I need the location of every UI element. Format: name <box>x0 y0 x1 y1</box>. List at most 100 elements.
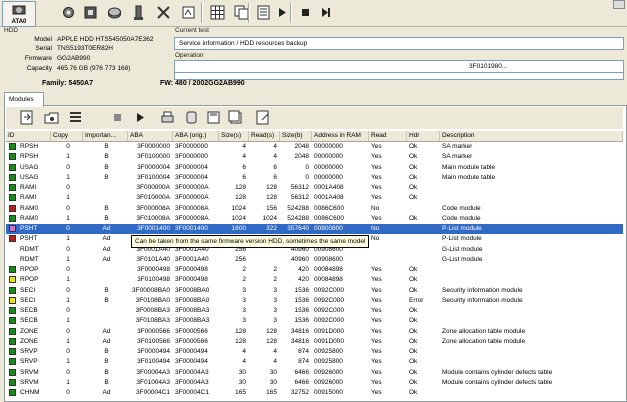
capacity-label: Capacity <box>26 65 52 72</box>
column-header[interactable]: Hdr <box>407 131 440 141</box>
column-header[interactable]: ABA (orig.) <box>173 131 219 141</box>
cell-sizeb: 524288 <box>287 204 309 212</box>
table-row[interactable]: SRVM 0 B 3F00004A3 3F00004A3 30 30 6466 00926000… <box>6 368 623 378</box>
table-row[interactable]: SRVP 1 B 3F0100494 3F0000494 4 4 874 00925800 Yes… <box>6 357 623 367</box>
table-row[interactable]: SRVP 0 B 3F0000494 3F0000494 4 4 874 00925800 Yes… <box>6 347 623 357</box>
column-header[interactable]: Importan... <box>83 131 128 141</box>
cell-ram: 0092C000 <box>314 296 344 304</box>
cell-hdr: Ok <box>409 317 418 325</box>
step-icon[interactable] <box>316 3 335 22</box>
table-row[interactable]: RPOP 0 3F0000498 3F0000498 2 2 420 00084898 Yes O… <box>6 265 623 275</box>
table-row[interactable]: RAM0 1 B 3F010008A 3F000008A 1024 1024 524288 00… <box>6 214 623 224</box>
table-row[interactable]: SRVM 1 B 3F01004A3 3F00004A3 30 30 6466 00926000… <box>6 378 623 388</box>
print-icon[interactable] <box>158 108 177 127</box>
ata0-drive-button[interactable]: ATA0 <box>2 1 36 27</box>
cell-size: 3 <box>242 286 246 294</box>
table-row[interactable]: USAG 0 B 3F0000004 3F0000004 6 6 0 00000000 Yes Ok… <box>6 163 623 173</box>
column-header[interactable]: Address in RAM <box>312 131 369 141</box>
status-square-icon <box>9 153 16 161</box>
cell-r: Yes <box>371 337 382 345</box>
cell-ram: 0091D000 <box>314 327 344 335</box>
saveall-icon[interactable] <box>226 108 245 127</box>
cell-copy: 0 <box>66 163 70 171</box>
table-row[interactable]: RAMI 1 3F010000A 3F000000A 128 128 56312 0001A4… <box>6 193 623 203</box>
table-row[interactable]: SECI 0 B 3F00008BA0 3F0008BA0 3 3 1536 0092C000 Y… <box>6 286 623 296</box>
cell-ram: 0001A408 <box>314 194 344 202</box>
table-row[interactable]: SECB 0 3F0008BA3 3F0008BA3 3 3 1536 0092C000 Yes… <box>6 306 623 316</box>
cell-abao: 3F0008BA0 <box>175 296 210 304</box>
tooltip: Can be taken from the same firmware vers… <box>131 235 370 248</box>
stop-icon[interactable] <box>108 108 127 127</box>
cell-aba: 3F010008A <box>136 214 170 222</box>
cell-id: USAG <box>20 173 39 181</box>
table-row[interactable]: ZONE 1 Ad 3F0100566 3F0000566 128 128 34816 0091… <box>6 337 623 347</box>
cell-abao: 3F0000566 <box>175 327 208 335</box>
play-icon[interactable] <box>272 3 291 22</box>
table-row[interactable]: SECI 1 B 3F0108BA0 3F0008BA0 3 3 1536 0092C000 Ye… <box>6 296 623 306</box>
disk-icon[interactable] <box>105 3 124 22</box>
grid-icon[interactable] <box>208 3 227 22</box>
table-row[interactable]: ZONE 0 Ad 3F0000566 3F0000566 128 128 34816 0091… <box>6 327 623 337</box>
cell-sizeb: 420 <box>298 276 309 284</box>
tools-icon[interactable] <box>154 3 173 22</box>
cell-r: Yes <box>371 214 382 222</box>
column-header[interactable]: Copy <box>51 131 83 141</box>
cell-id: USAG <box>20 163 39 171</box>
cell-r: Yes <box>371 184 382 191</box>
column-header[interactable]: ABA <box>128 131 173 141</box>
cell-aba: 3F0108BA0 <box>135 296 170 304</box>
cell-hdr: Ok <box>409 378 418 386</box>
column-header[interactable]: Read(s) <box>249 131 280 141</box>
save-icon[interactable] <box>204 108 223 127</box>
table-header: ID Copy Importan... ABA ABA (orig.) Size(s) Re… <box>6 131 623 142</box>
table-row[interactable]: RDMT 1 Ad 3F0101A40 3F0001A40 256 40960 0090860… <box>6 255 623 265</box>
cell-abao: 3F0000494 <box>175 348 208 355</box>
close-icon[interactable] <box>613 0 625 9</box>
table-row[interactable]: PSHT 0 Ad 3F0001400 3F0001400 1600 322 357640 00… <box>6 224 623 234</box>
gear-icon[interactable] <box>59 3 78 22</box>
status-square-icon <box>9 317 16 325</box>
cell-imp: Ad <box>102 245 111 253</box>
stop-icon[interactable] <box>296 3 315 22</box>
list-icon[interactable] <box>66 108 85 127</box>
cell-id: RAMI <box>20 184 37 191</box>
play-icon[interactable] <box>130 108 149 127</box>
status-square-icon <box>9 225 16 232</box>
cell-id: RDMT <box>20 255 39 263</box>
column-header[interactable]: Size(s) <box>219 131 249 141</box>
table-row[interactable]: RPSH 0 B 3F0000000 3F0000000 4 4 2048 00000000 Ye… <box>6 142 623 152</box>
table-row[interactable]: RPOP 1 3F0100498 3F0000498 2 2 420 00084898 Yes O… <box>6 275 623 285</box>
open-icon[interactable] <box>42 108 61 127</box>
cell-aba: 3F00008BA0 <box>132 286 170 294</box>
import-icon[interactable] <box>18 108 37 127</box>
cell-copy: 0 <box>66 204 70 212</box>
tab-modules[interactable]: Modules <box>4 92 44 107</box>
cell-ram: 00908600 <box>314 255 343 263</box>
cell-imp: Ad <box>102 389 111 396</box>
nav-icon[interactable] <box>179 3 198 22</box>
modules-table: RPSH 0 B 3F0000000 3F0000000 4 4 2048 00000000 Ye… <box>6 142 623 400</box>
flashlight-icon[interactable] <box>129 3 148 22</box>
column-header[interactable]: Size(b) <box>280 131 312 141</box>
cell-r: Yes <box>371 358 382 366</box>
export-icon[interactable] <box>254 108 273 127</box>
table-row[interactable]: CHNM 0 Ad 3F00004C1 3F00004C1 165 165 32752 0091… <box>6 388 623 398</box>
column-header[interactable]: ID <box>6 131 51 141</box>
drum-icon[interactable] <box>182 108 201 127</box>
cell-desc <box>440 316 623 326</box>
cell-desc: P-List module <box>442 235 482 243</box>
model-label: Model <box>34 36 52 43</box>
cell-r <box>369 245 407 255</box>
cell-r: No <box>371 204 380 212</box>
table-row[interactable]: RAM0 0 B 3F000008A 3F000008A 1024 156 524288 008… <box>6 204 623 214</box>
table-row[interactable]: USAG 1 B 3F0100004 3F0000004 6 6 0 00000000 Yes Ok… <box>6 173 623 183</box>
chip-icon[interactable] <box>81 3 100 22</box>
column-header[interactable]: Read <box>369 131 407 141</box>
cell-read <box>249 255 280 265</box>
column-header[interactable]: Description <box>440 131 623 141</box>
table-row[interactable]: RAMI 0 3F000000A 3F000000A 128 128 56312 0001A4… <box>6 183 623 193</box>
table-row[interactable]: RPSH 1 B 3F0100000 3F0000000 4 4 2048 00000000 Ye… <box>6 152 623 162</box>
cell-hdr <box>407 224 440 234</box>
cell-aba: 3F000008A <box>136 204 170 212</box>
table-row[interactable]: SECB 1 3F0108BA3 3F0008BA3 3 3 1536 0092C000 Yes… <box>6 316 623 326</box>
